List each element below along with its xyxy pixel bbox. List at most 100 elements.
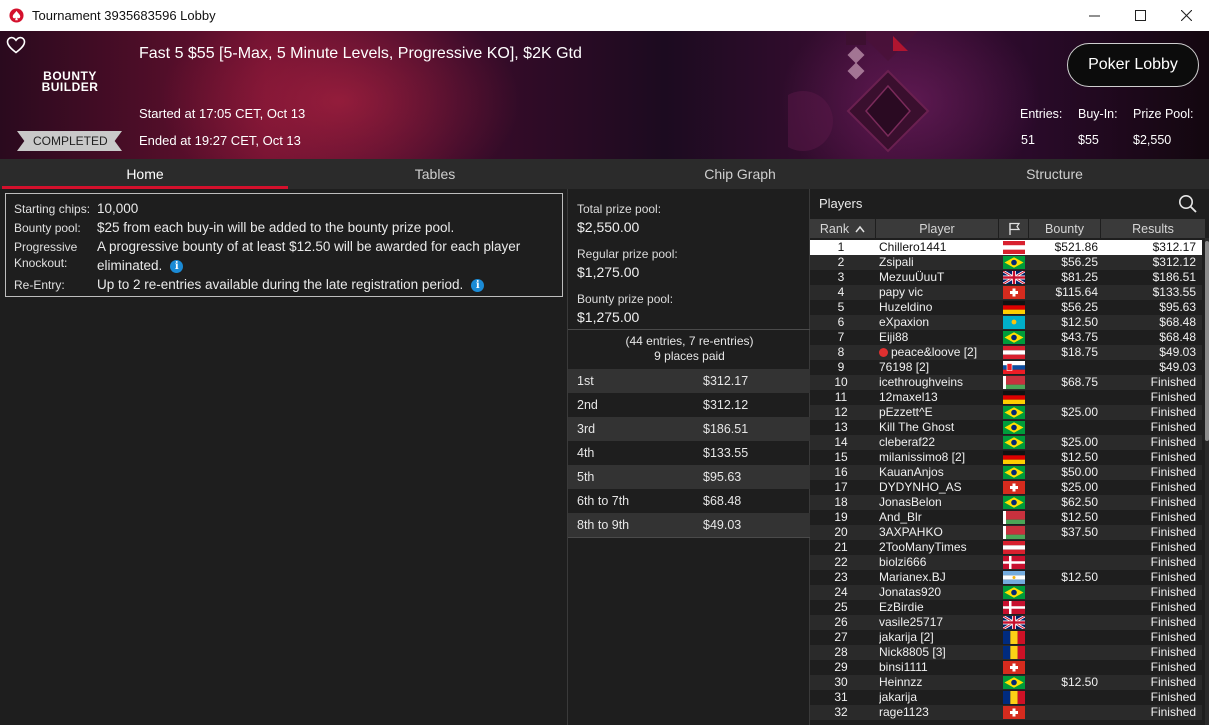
player-name: rage1123 (879, 705, 929, 719)
player-name-cell: JonasBelon (879, 495, 999, 510)
payout-amount: $68.48 (703, 494, 742, 508)
player-name: biolzi666 (879, 555, 927, 569)
player-row[interactable]: 20 3AXPAHKO $37.50 Finished (810, 525, 1202, 540)
reentry-value: Up to 2 re-entries available during the … (97, 277, 464, 292)
tab-tables[interactable]: Tables (290, 159, 580, 189)
payout-row: 8th to 9th $49.03 (568, 513, 811, 537)
player-name: DYDYNHO_AS (879, 480, 962, 494)
player-row[interactable]: 8 peace&loove [2] $18.75 $49.03 (810, 345, 1202, 360)
favorite-heart-icon[interactable] (6, 36, 26, 54)
tab-home[interactable]: Home (0, 159, 290, 189)
player-row[interactable]: 4 papy vic $115.64 $133.55 (810, 285, 1202, 300)
entries-value: 51 (1021, 133, 1035, 147)
player-row[interactable]: 10 icethroughveins $68.75 Finished (810, 375, 1202, 390)
player-row[interactable]: 26 vasile25717 Finished (810, 614, 1202, 631)
player-row[interactable]: 24 Jonatas920 Finished (810, 585, 1202, 600)
player-rank: 31 (834, 690, 848, 704)
info-icon[interactable]: i (170, 259, 184, 273)
reentry-value-wrap: Up to 2 re-entries available during the … (97, 275, 485, 294)
kazakhstan-flag-icon (1003, 316, 1025, 329)
player-row[interactable]: 30 Heinnzz $12.50 Finished (810, 675, 1202, 690)
flag-column-header[interactable] (999, 219, 1029, 238)
player-bounty: $12.50 (1061, 570, 1098, 584)
results-column-header[interactable]: Results (1101, 219, 1205, 238)
belarus-flag-icon (1003, 376, 1025, 389)
brazil-flag-icon (1003, 331, 1025, 344)
regular-prize-pool-label: Regular prize pool: (577, 247, 678, 261)
player-row[interactable]: 13 Kill The Ghost Finished (810, 420, 1202, 435)
tab-structure[interactable]: Structure (900, 159, 1209, 189)
slovakia-flag-icon (1003, 361, 1025, 374)
player-name-cell: DYDYNHO_AS (879, 480, 999, 495)
player-row[interactable]: 7 Eiji88 $43.75 $68.48 (810, 330, 1202, 345)
player-name-cell: Marianex.BJ (879, 570, 999, 585)
player-name-cell: pEzzett^E (879, 405, 999, 420)
player-row[interactable]: 11 12maxel13 Finished (810, 390, 1202, 405)
player-row[interactable]: 28 Nick8805 [3] Finished (810, 645, 1202, 660)
player-row[interactable]: 27 jakarija [2] Finished (810, 630, 1202, 645)
player-bounty: $43.75 (1061, 330, 1098, 344)
close-button[interactable] (1163, 0, 1209, 31)
player-rank: 25 (834, 600, 848, 614)
player-bounty: $115.64 (1055, 285, 1099, 299)
player-row[interactable]: 5 Huzeldino $56.25 $95.63 (810, 300, 1202, 315)
player-row[interactable]: 3 MezuuÜuuT $81.25 $186.51 (810, 269, 1202, 286)
brazil-flag-icon (1003, 421, 1025, 434)
germany-flag-icon (1003, 391, 1025, 404)
player-name-cell: papy vic (879, 285, 999, 300)
player-bounty: $12.50 (1061, 675, 1098, 689)
player-name: MezuuÜuuT (879, 270, 945, 284)
player-name-cell: Zsipali (879, 255, 999, 270)
total-prize-pool-value: $2,550.00 (577, 219, 640, 235)
player-result: Finished (1150, 645, 1196, 659)
player-result: $49.03 (1159, 345, 1196, 359)
player-row[interactable]: 12 pEzzett^E $25.00 Finished (810, 405, 1202, 420)
player-row[interactable]: 16 KauanAnjos $50.00 Finished (810, 465, 1202, 480)
player-name: jakarija (879, 690, 918, 704)
player-row[interactable]: 6 eXpaxion $12.50 $68.48 (810, 315, 1202, 330)
player-name-cell: Huzeldino (879, 300, 999, 315)
entries-summary: (44 entries, 7 re-entries) 9 places paid (568, 334, 811, 364)
payout-amount: $312.12 (703, 398, 749, 412)
player-row[interactable]: 15 milanissimo8 [2] $12.50 Finished (810, 450, 1202, 465)
bounty-column-header[interactable]: Bounty (1029, 219, 1101, 238)
maximize-button[interactable] (1117, 0, 1163, 31)
info-icon[interactable]: i (471, 278, 485, 292)
player-result: Finished (1150, 435, 1196, 449)
player-name-cell: KauanAnjos (879, 465, 999, 480)
poker-lobby-button[interactable]: Poker Lobby (1067, 43, 1199, 87)
player-row[interactable]: 19 And_Blr $12.50 Finished (810, 510, 1202, 525)
player-name: binsi1111 (879, 660, 928, 674)
tab-chip-graph[interactable]: Chip Graph (580, 159, 900, 189)
players-scrollbar-thumb[interactable] (1205, 241, 1209, 441)
romania-flag-icon (1003, 631, 1025, 644)
uk-flag-icon (1002, 614, 1026, 631)
player-row[interactable]: 18 JonasBelon $62.50 Finished (810, 495, 1202, 510)
player-row[interactable]: 14 cleberaf22 $25.00 Finished (810, 435, 1202, 450)
switzerland-flag-icon (1003, 286, 1025, 299)
player-row[interactable]: 2 Zsipali $56.25 $312.12 (810, 255, 1202, 270)
rank-column-header[interactable]: Rank (810, 219, 876, 238)
player-row[interactable]: 32 rage1123 Finished (810, 705, 1202, 720)
minimize-button[interactable] (1071, 0, 1117, 31)
player-row[interactable]: 17 DYDYNHO_AS $25.00 Finished (810, 480, 1202, 495)
player-name: EzBirdie (879, 600, 924, 614)
denmark-flag-icon (1003, 601, 1025, 614)
player-name-cell: 3AXPAHKO (879, 525, 999, 540)
player-row[interactable]: 25 EzBirdie Finished (810, 600, 1202, 615)
player-result: Finished (1150, 555, 1196, 569)
player-bounty: $25.00 (1061, 435, 1098, 449)
player-rank: 10 (834, 375, 848, 389)
player-row[interactable]: 9 76198 [2] $49.03 (810, 360, 1202, 375)
players-table-header: Rank Player Bounty Results (810, 219, 1205, 238)
belarus-flag-icon (1003, 511, 1025, 524)
player-row[interactable]: 31 jakarija Finished (810, 690, 1202, 705)
player-row[interactable]: 23 Marianex.BJ $12.50 Finished (810, 570, 1202, 585)
status-badge: COMPLETED (17, 131, 122, 151)
search-icon[interactable] (1178, 194, 1198, 214)
player-column-header[interactable]: Player (876, 219, 999, 238)
player-row[interactable]: 29 binsi1111 Finished (810, 660, 1202, 675)
player-row[interactable]: 21 2TooManyTimes Finished (810, 540, 1202, 555)
player-row[interactable]: 22 biolzi666 Finished (810, 555, 1202, 570)
player-row[interactable]: 1 Chillero1441 $521.86 $312.17 (810, 240, 1202, 255)
